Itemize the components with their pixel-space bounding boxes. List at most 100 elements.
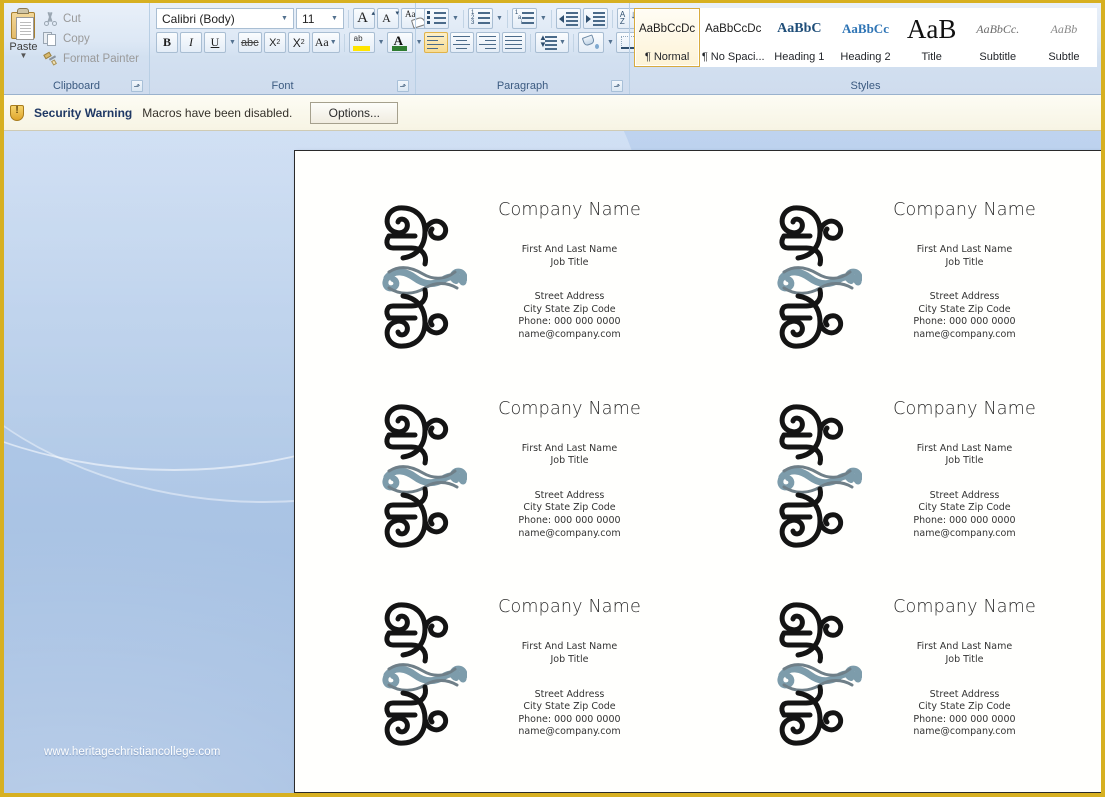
- italic-button[interactable]: I: [180, 32, 202, 53]
- font-name-input[interactable]: Calibri (Body) ▼: [156, 8, 294, 29]
- subscript-glyph: X: [269, 36, 277, 49]
- scissors-icon: [42, 11, 59, 27]
- card-phone: Phone: 000 000 0000: [913, 515, 1016, 527]
- style-tile-title[interactable]: AaB Title: [898, 8, 965, 67]
- chevron-down-icon[interactable]: ▼: [330, 39, 337, 46]
- style-tile-heading-1[interactable]: AaBbC Heading 1: [766, 8, 833, 67]
- format-painter-button[interactable]: Format Painter: [39, 49, 145, 69]
- card-contact-block: Street Address City State Zip Code Phone…: [467, 490, 672, 540]
- card-phone: Phone: 000 000 0000: [913, 713, 1016, 725]
- paragraph-dialog-launcher[interactable]: ⬏: [611, 80, 623, 92]
- superscript-button[interactable]: X2: [287, 32, 310, 53]
- grow-font-button[interactable]: A: [353, 8, 375, 29]
- style-tile-no-spacing[interactable]: AaBbCcDc ¶ No Spaci...: [700, 8, 767, 67]
- card-company-name: Company Name: [893, 398, 1036, 419]
- highlight-dropdown-arrow[interactable]: ▼: [378, 39, 385, 46]
- ornament-icon: [776, 599, 863, 754]
- style-name: ¶ Normal: [644, 51, 690, 63]
- business-card[interactable]: Company Name First And Last Name Job Tit…: [303, 593, 698, 792]
- style-tile-subtitle[interactable]: AaBbCc. Subtitle: [964, 8, 1031, 67]
- numbering-dropdown-arrow[interactable]: ▼: [496, 15, 503, 22]
- sort-z-glyph: Z: [619, 16, 625, 26]
- chevron-down-icon[interactable]: ▼: [278, 15, 291, 22]
- subscript-button[interactable]: X2: [263, 32, 286, 53]
- numbered-list-icon: 123: [471, 10, 490, 26]
- card-company-name: Company Name: [498, 398, 641, 419]
- decrease-indent-icon: [558, 11, 578, 26]
- font-color-button[interactable]: A: [386, 32, 413, 53]
- bullets-dropdown-arrow[interactable]: ▼: [452, 15, 459, 22]
- card-contact-block: Street Address City State Zip Code Phone…: [862, 490, 1067, 540]
- divider: [572, 33, 574, 52]
- bold-glyph: B: [162, 35, 171, 49]
- business-card[interactable]: Company Name First And Last Name Job Tit…: [698, 593, 1093, 792]
- increase-indent-button[interactable]: [582, 8, 608, 29]
- paintbrush-icon: [42, 51, 59, 67]
- card-person-block: First And Last Name Job Title: [862, 244, 1067, 269]
- strikethrough-button[interactable]: abc: [237, 32, 262, 53]
- style-tile-heading-2[interactable]: AaBbCc Heading 2: [832, 8, 899, 67]
- align-left-button[interactable]: [424, 32, 448, 53]
- numbering-button[interactable]: 123: [467, 8, 493, 29]
- document-page[interactable]: Company Name First And Last Name Job Tit…: [294, 150, 1101, 793]
- clipboard-group-label-text: Clipboard: [52, 80, 101, 92]
- chevron-down-icon[interactable]: ▼: [559, 39, 566, 46]
- card-street: Street Address: [534, 688, 605, 700]
- align-center-button[interactable]: [450, 32, 474, 53]
- text-highlight-color-button[interactable]: ab: [348, 32, 375, 53]
- business-card[interactable]: Company Name First And Last Name Job Tit…: [303, 196, 698, 395]
- card-job-title: Job Title: [945, 455, 984, 467]
- style-name: ¶ No Spaci...: [701, 51, 765, 63]
- shading-button[interactable]: [577, 32, 604, 53]
- multilevel-dropdown-arrow[interactable]: ▼: [540, 15, 547, 22]
- bullets-button[interactable]: [424, 8, 449, 29]
- bold-button[interactable]: B: [156, 32, 178, 53]
- divider: [343, 33, 345, 52]
- shrink-font-glyph: A: [382, 11, 391, 25]
- multilevel-list-button[interactable]: 1ai: [511, 8, 537, 29]
- card-text-block: Company Name First And Last Name Job Tit…: [862, 395, 1093, 541]
- shading-dropdown-arrow[interactable]: ▼: [607, 39, 614, 46]
- line-spacing-button[interactable]: ▲ ▼ ▼: [535, 32, 569, 53]
- card-email: name@company.com: [518, 328, 621, 340]
- change-case-button[interactable]: Aa ▼: [311, 32, 340, 53]
- grow-font-glyph: A: [357, 10, 368, 26]
- business-card[interactable]: Company Name First And Last Name Job Tit…: [698, 395, 1093, 594]
- card-job-title: Job Title: [550, 256, 589, 268]
- underline-button[interactable]: U: [204, 32, 226, 53]
- font-dialog-launcher[interactable]: ⬏: [397, 80, 409, 92]
- card-company-name: Company Name: [893, 597, 1036, 618]
- underline-dropdown-arrow[interactable]: ▼: [229, 39, 236, 46]
- justify-button[interactable]: [502, 32, 526, 53]
- style-tile-normal[interactable]: AaBbCcDc ¶ Normal: [634, 8, 701, 67]
- watermark-text: www.heritagechristiancollege.com: [44, 746, 221, 758]
- shrink-font-button[interactable]: A: [377, 8, 399, 29]
- bullet-list-icon: [427, 11, 446, 26]
- style-tile-subtle[interactable]: AaBb Subtle: [1030, 8, 1097, 67]
- chevron-down-icon[interactable]: ▼: [328, 15, 341, 22]
- align-right-icon: [479, 35, 497, 50]
- divider: [506, 9, 508, 28]
- card-company-name: Company Name: [498, 200, 641, 220]
- clipboard-dialog-launcher[interactable]: ⬏: [131, 80, 143, 92]
- ornament-icon: [381, 599, 468, 754]
- business-card[interactable]: Company Name First And Last Name Job Tit…: [303, 395, 698, 594]
- card-person-name: First And Last Name: [916, 442, 1013, 454]
- cut-button[interactable]: Cut: [39, 9, 145, 29]
- paste-dropdown-arrow[interactable]: ▼: [20, 52, 28, 60]
- paste-button[interactable]: Paste ▼: [8, 6, 39, 60]
- align-right-button[interactable]: [476, 32, 500, 53]
- business-card[interactable]: Company Name First And Last Name Job Tit…: [698, 196, 1093, 395]
- card-text-block: Company Name First And Last Name Job Tit…: [862, 593, 1093, 739]
- font-name-value: Calibri (Body): [162, 11, 235, 26]
- font-size-input[interactable]: 11 ▼: [296, 8, 344, 29]
- decrease-indent-button[interactable]: [555, 8, 581, 29]
- copy-button[interactable]: Copy: [39, 29, 145, 49]
- card-phone: Phone: 000 000 0000: [913, 316, 1016, 328]
- security-options-button[interactable]: Options...: [310, 101, 399, 124]
- card-text-block: Company Name First And Last Name Job Tit…: [467, 196, 698, 342]
- strikethrough-glyph: abc: [240, 36, 259, 49]
